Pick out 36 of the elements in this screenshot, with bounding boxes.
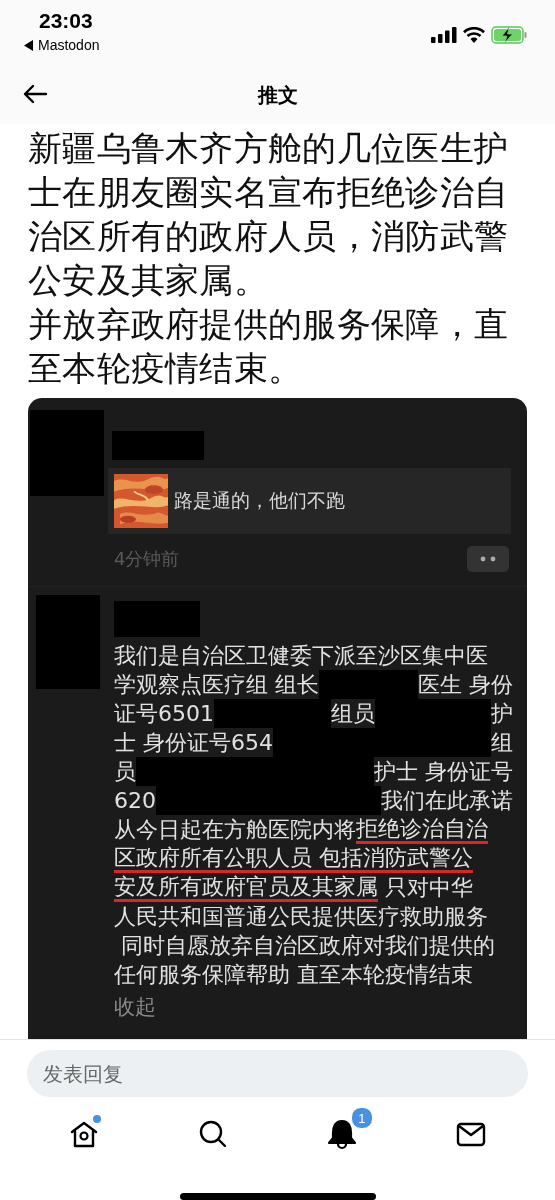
more-button[interactable] <box>467 546 509 572</box>
post-text: 学观察点医疗组 组长 <box>114 671 319 699</box>
post-text: 同时自愿放弃自治区政府对我们提供的 <box>120 932 495 960</box>
post-text: 我们是自治区卫健委下派至沙区集中医 <box>114 642 488 670</box>
post-text: 士 身份证号654 <box>114 729 273 757</box>
back-to-app-link[interactable]: Mastodon <box>24 37 100 53</box>
post-text: 组员 <box>330 700 375 728</box>
signal-icon <box>431 27 457 43</box>
post-text: 医生 身份 <box>418 671 513 699</box>
post-text: 任何服务保障帮助 直至本轮疫情结束 <box>114 961 473 989</box>
collapse-link[interactable]: 收起 <box>114 993 156 1021</box>
link-preview[interactable]: 路是通的，他们不跑 <box>108 468 511 534</box>
underlined-text: 安及所有政府官员及其家属 <box>114 873 378 902</box>
post-text: 组 <box>491 729 513 757</box>
back-arrow-icon <box>22 84 48 104</box>
post-text: 人民共和国普通公民提供医疗救助服务 <box>114 903 488 931</box>
post-text: 620 <box>114 787 156 815</box>
post-text: 从今日起在方舱医院内将 <box>114 816 356 844</box>
tweet-text: 新疆乌鲁木齐方舱的几位医生护士在朋友圈实名宣布拒绝诊治自治区所有的政府人员，消防武警公安及其家属。 <box>28 127 510 302</box>
tweet-text: 并放弃政府提供的服务保障，直至本轮疫情结束。 <box>28 303 510 390</box>
back-triangle-icon <box>24 39 34 51</box>
post-text: 我们在此承诺 <box>381 787 513 815</box>
underlined-text: 拒绝诊治自治 <box>356 815 488 844</box>
post-text: 护士 身份证号 <box>374 758 513 786</box>
post-text: 只对中华 <box>384 874 473 902</box>
post-text: 护 <box>491 700 513 728</box>
post-text: 员 <box>114 758 136 786</box>
dots-icon <box>480 556 496 562</box>
status-time: 23:03 <box>39 9 94 33</box>
reply-field[interactable]: 发表回复 <box>27 1050 528 1097</box>
page-title: 推文 <box>257 81 298 109</box>
notification-count: 1 <box>350 1107 373 1129</box>
post-text: 证号6501 <box>114 700 214 728</box>
post-time: 4分钟前 <box>114 547 180 571</box>
wifi-icon <box>463 27 485 43</box>
underlined-text: 区政府所有公职人员 包括消防武警公 <box>114 844 473 873</box>
